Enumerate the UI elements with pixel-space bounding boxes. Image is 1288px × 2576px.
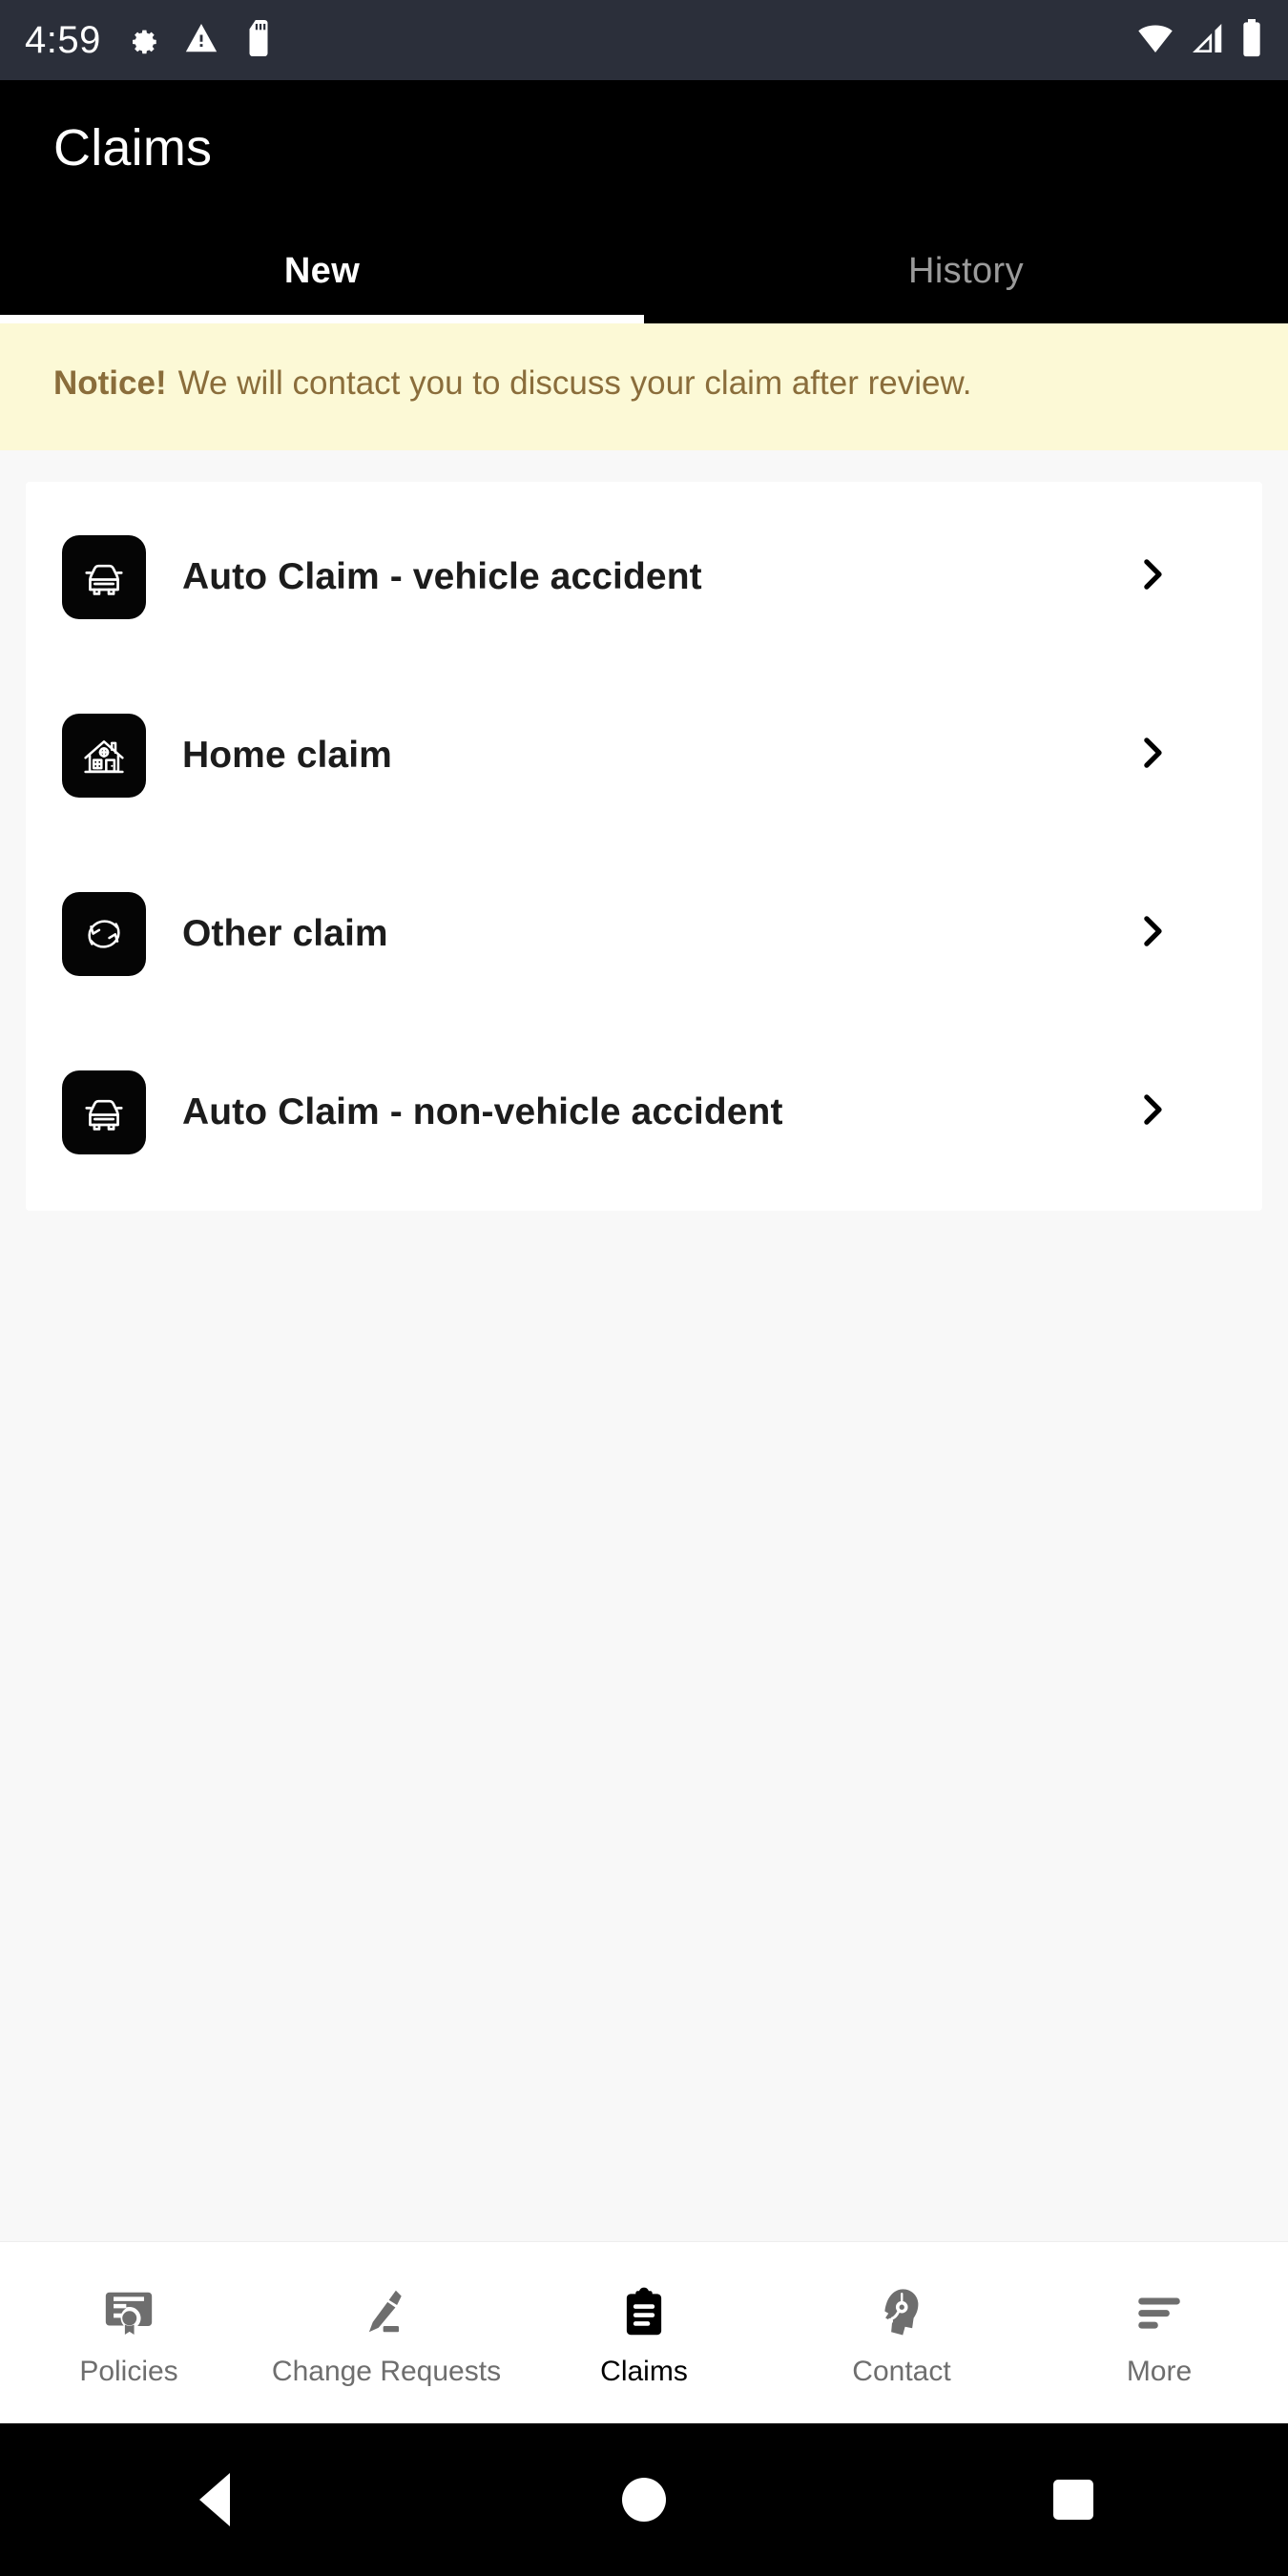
tab-new-label: New — [283, 250, 361, 291]
car-front-icon — [62, 534, 146, 619]
battery-icon — [1240, 18, 1263, 62]
nav-label-claims: Claims — [600, 2356, 688, 2387]
claim-row-auto-vehicle-accident[interactable]: Auto Claim - vehicle accident — [26, 488, 1262, 666]
warning-triangle-icon — [183, 20, 219, 61]
nav-label-contact: Contact — [852, 2356, 951, 2387]
wifi-icon — [1135, 20, 1175, 61]
notice-banner: Notice! We will contact you to discuss yo… — [0, 323, 1288, 451]
status-bar-left: 4:59 — [25, 19, 275, 61]
back-triangle-icon[interactable] — [129, 2473, 301, 2526]
notice-message: We will contact you to discuss your clai… — [177, 364, 972, 403]
home-circle-icon[interactable] — [558, 2478, 730, 2522]
nav-label-change-requests: Change Requests — [271, 2356, 502, 2387]
bottom-navigation: Policies Change Requests Claims Contact … — [0, 2241, 1288, 2423]
chevron-right-icon[interactable] — [1132, 554, 1173, 599]
nav-item-policies[interactable]: Policies — [0, 2279, 258, 2386]
hamburger-lines-icon — [1131, 2279, 1188, 2340]
status-bar: 4:59 — [0, 0, 1288, 80]
car-front-icon — [62, 1070, 146, 1154]
nav-item-contact[interactable]: Contact — [773, 2279, 1030, 2386]
page-title: Claims — [53, 119, 213, 177]
status-clock: 4:59 — [25, 19, 101, 61]
notice-text: Notice! We will contact you to discuss yo… — [53, 362, 1235, 406]
claim-label: Auto Claim - vehicle accident — [182, 555, 702, 597]
tab-bar: New History — [0, 218, 1288, 324]
claim-row-other-claim[interactable]: Other claim — [26, 844, 1262, 1023]
app-bar: Claims New History — [0, 80, 1288, 324]
claim-label: Home claim — [182, 734, 392, 776]
notice-label: Notice! — [53, 364, 167, 403]
pencil-icon — [358, 2279, 415, 2340]
android-navigation-bar — [0, 2423, 1288, 2576]
nav-item-more[interactable]: More — [1030, 2279, 1288, 2386]
circular-arrows-icon — [62, 891, 146, 976]
claim-row-home-claim[interactable]: Home claim — [26, 666, 1262, 844]
recents-square-icon[interactable] — [987, 2480, 1159, 2520]
gear-icon — [124, 20, 160, 61]
tab-new[interactable]: New — [0, 218, 644, 324]
nav-item-change-requests[interactable]: Change Requests — [258, 2279, 515, 2386]
claim-row-auto-non-vehicle-accident[interactable]: Auto Claim - non-vehicle accident — [26, 1023, 1262, 1201]
tab-history[interactable]: History — [644, 218, 1288, 323]
claim-label: Auto Claim - non-vehicle accident — [182, 1091, 783, 1132]
chevron-right-icon[interactable] — [1132, 1090, 1173, 1134]
tab-history-label: History — [907, 250, 1025, 291]
nav-label-more: More — [1126, 2356, 1193, 2387]
nav-item-claims[interactable]: Claims — [515, 2279, 773, 2386]
cellular-signal-icon — [1189, 20, 1227, 61]
status-bar-right — [1135, 18, 1263, 62]
chevron-right-icon[interactable] — [1132, 733, 1173, 778]
certificate-icon — [100, 2279, 157, 2340]
content-area: Auto Claim - vehicle accident Home claim… — [0, 450, 1288, 2241]
phone-screen: 4:59 Claims New History Notice! We will … — [0, 0, 1288, 2576]
house-icon — [62, 713, 146, 798]
headset-person-icon — [873, 2279, 930, 2340]
chevron-right-icon[interactable] — [1132, 911, 1173, 956]
nav-label-policies: Policies — [79, 2356, 178, 2387]
claim-label: Other claim — [182, 912, 388, 954]
claim-types-card: Auto Claim - vehicle accident Home claim… — [26, 482, 1262, 1212]
clipboard-icon — [616, 2279, 672, 2340]
sd-card-icon — [242, 19, 275, 61]
